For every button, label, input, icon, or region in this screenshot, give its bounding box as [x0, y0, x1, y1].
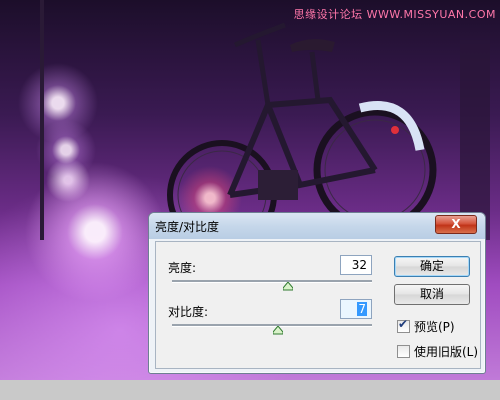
dialog-body: 亮度: 32 对比度: 7 确定 取消 ✔ 预览(P) 使用旧版(L) — [155, 241, 481, 369]
legacy-checkbox[interactable] — [397, 345, 410, 358]
brightness-slider-thumb[interactable] — [283, 282, 293, 291]
legacy-label[interactable]: 使用旧版(L) — [414, 343, 478, 360]
brightness-slider[interactable] — [172, 280, 372, 283]
ok-button[interactable]: 确定 — [394, 256, 470, 277]
brightness-label: 亮度: — [168, 261, 197, 275]
contrast-slider-thumb[interactable] — [273, 326, 283, 335]
watermark-text: 思缘设计论坛 WWW.MISSYUAN.COM — [293, 8, 496, 21]
close-icon: X — [451, 217, 461, 231]
preview-checkbox[interactable]: ✔ — [397, 317, 410, 333]
contrast-input[interactable]: 7 — [340, 299, 372, 319]
contrast-label: 对比度: — [168, 305, 209, 319]
dialog-title: 亮度/对比度 — [155, 220, 220, 234]
close-button[interactable]: X — [435, 215, 477, 234]
cancel-button[interactable]: 取消 — [394, 284, 470, 305]
brightness-input[interactable]: 32 — [340, 255, 372, 275]
bottom-strip — [0, 380, 500, 400]
brightness-contrast-dialog: 亮度/对比度 X 亮度: 32 对比度: 7 确定 取消 ✔ 预览(P) 使用旧… — [148, 212, 486, 374]
contrast-slider[interactable] — [172, 324, 372, 327]
checkmark-icon: ✔ — [398, 317, 409, 331]
dialog-titlebar[interactable]: 亮度/对比度 X — [149, 213, 485, 239]
preview-label[interactable]: 预览(P) — [414, 318, 455, 335]
